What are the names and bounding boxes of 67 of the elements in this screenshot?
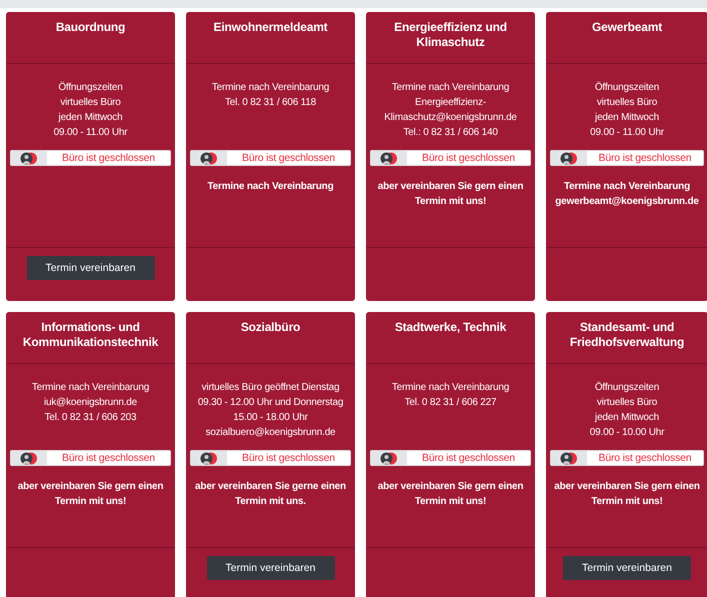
status-text: Büro ist geschlossen (61, 151, 156, 165)
info-text: iuk@koenigsbrunn.de (44, 396, 138, 410)
note-text: aber vereinbaren Sie gern einen (378, 180, 524, 194)
avatar-icon (380, 452, 398, 464)
info-text: 09.00 - 11.00 Uhr (590, 126, 664, 140)
info-text: Öffnungszeiten (58, 80, 123, 95)
status-text: Büro ist geschlossen (241, 451, 336, 465)
card-title: Stadtwerke, Technik (394, 320, 506, 334)
avatar-icon (380, 152, 398, 164)
status-text: Büro ist geschlossen (421, 151, 516, 165)
note-text: Termin mit uns! (591, 495, 663, 509)
card-title: Standesamt- und Friedhofsverwaltung (570, 320, 684, 349)
note-text: Termin mit uns! (54, 495, 126, 509)
info-text: Öffnungszeiten (594, 80, 660, 95)
note-text: aber vereinbaren Sie gern einen (378, 480, 524, 494)
info-text: 09.00 - 11.00 Uhr (54, 126, 128, 140)
info-text: Termine nach Vereinbarung (212, 81, 330, 95)
info-text: jeden Mittwoch (595, 111, 659, 125)
avatar-icon (560, 452, 578, 464)
info-text: 15.00 - 18.00 Uhr (233, 411, 308, 425)
card-title: Sozialbüro (240, 320, 300, 334)
info-text: 09.30 - 12.00 Uhr und Donnerstag (198, 396, 344, 410)
avatar-icon (20, 452, 38, 464)
appointment-button[interactable]: Termin vereinbaren (563, 556, 691, 580)
info-text: Tel. 0 82 31 / 606 227 (404, 396, 496, 410)
info-text: Termine nach Vereinbarung (392, 81, 510, 95)
info-text: 09.00 - 10.00 Uhr (590, 426, 664, 440)
note-text: Termin mit uns! (414, 195, 486, 209)
note-text: Termine nach Vereinbarung (208, 180, 334, 194)
avatar-icon (560, 152, 578, 164)
status-text: Büro ist geschlossen (61, 451, 156, 465)
info-text: Energieeffizienz- (415, 96, 486, 110)
avatar-icon (200, 152, 218, 164)
note-text: Termin mit uns. (235, 495, 306, 509)
info-text: Klimaschutz@koenigsbrunn.de (384, 111, 517, 125)
info-text: Tel. 0 82 31 / 606 203 (44, 411, 136, 425)
card-title: Gewerbeamt (592, 20, 662, 34)
appointment-button[interactable]: Termin vereinbaren (206, 556, 334, 580)
info-text: Tel.: 0 82 31 / 606 140 (403, 126, 498, 140)
status-text: Büro ist geschlossen (598, 451, 692, 465)
info-text: Tel. 0 82 31 / 606 118 (224, 96, 316, 110)
card-title: Energieeffizienz und Klimaschutz (394, 20, 507, 49)
info-text: sozialbuero@koenigsbrunn.de (206, 426, 336, 440)
note-text: Termin mit uns! (414, 495, 486, 509)
info-text: Termine nach Vereinbarung (32, 381, 150, 395)
note-text: aber vereinbaren Sie gern einen (554, 480, 700, 494)
card-title: Bauordnung (56, 20, 126, 34)
card-title: Einwohnermeldeamt (214, 20, 328, 34)
info-text: virtuelles Büro (596, 396, 658, 410)
status-text: Büro ist geschlossen (241, 151, 336, 165)
avatar-icon (200, 452, 218, 464)
info-text: virtuelles Büro geöffnet Dienstag (202, 381, 340, 395)
note-text: Termine nach Vereinbarung (564, 180, 690, 194)
status-text: Büro ist geschlossen (421, 451, 516, 465)
note-text: aber vereinbaren Sie gerne einen (195, 480, 346, 494)
card-title: Informations- und Kommunikationstechnik (22, 320, 158, 349)
status-text: Büro ist geschlossen (598, 151, 692, 165)
info-text: jeden Mittwoch (58, 111, 122, 125)
info-text: jeden Mittwoch (595, 411, 659, 425)
appointment-button[interactable]: Termin vereinbaren (26, 256, 154, 280)
info-text: Öffnungszeiten (594, 380, 660, 395)
note-text: aber vereinbaren Sie gern einen (18, 480, 164, 494)
note-text: gewerbeamt@koenigsbrunn.de (555, 195, 699, 209)
info-text: virtuelles Büro (60, 96, 121, 110)
avatar-icon (20, 152, 38, 164)
info-text: Termine nach Vereinbarung (392, 381, 510, 395)
info-text: virtuelles Büro (596, 96, 658, 110)
